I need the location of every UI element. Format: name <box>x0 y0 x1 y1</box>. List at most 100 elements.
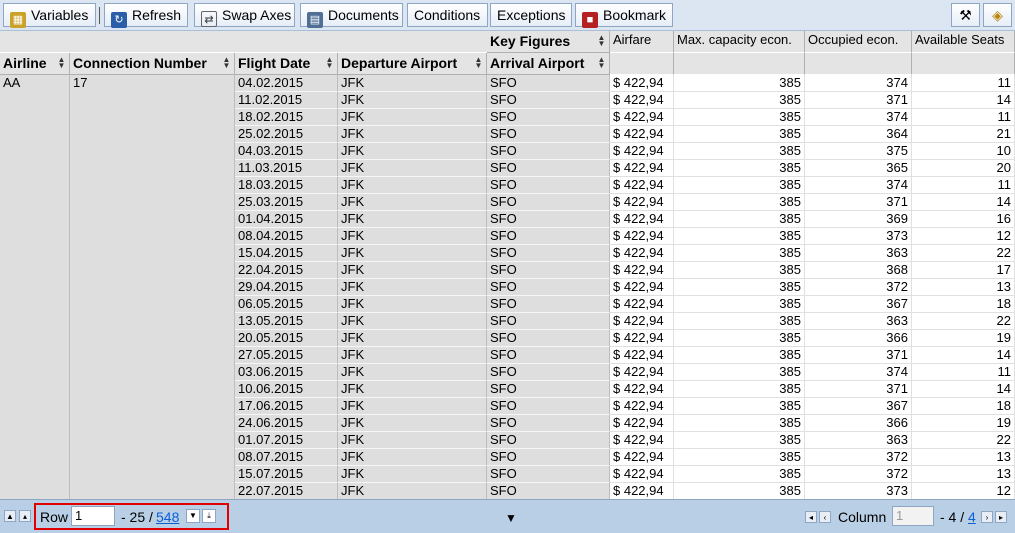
scroll-right-icon[interactable]: › <box>981 511 993 523</box>
sort-icon[interactable]: ▲ ▼ <box>222 56 231 70</box>
available-seats-cell: 12 <box>912 228 1015 245</box>
departure-airport-cell: JFK <box>338 211 487 228</box>
sort-icon[interactable]: ▲ ▼ <box>57 56 66 70</box>
sort-icon[interactable]: ▲ ▼ <box>474 56 483 70</box>
column-header[interactable]: Flight Date ▲ ▼ <box>235 53 338 75</box>
key-figure-header[interactable]: Airfare <box>610 31 674 53</box>
bookmark-icon: ■ <box>582 12 598 28</box>
occupied-cell: 372 <box>805 466 912 483</box>
scroll-down-icon[interactable]: ▼ <box>186 509 200 523</box>
departure-airport-cell: JFK <box>338 364 487 381</box>
available-seats-cell: 14 <box>912 381 1015 398</box>
expand-icon[interactable]: ▼ <box>505 511 517 525</box>
available-seats-cell: 13 <box>912 279 1015 296</box>
airfare-cell: $ 422,94 <box>610 415 674 432</box>
sort-icon[interactable]: ▲ ▼ <box>597 56 606 70</box>
info-button[interactable]: ◈ <box>983 3 1012 27</box>
occupied-cell: 367 <box>805 296 912 313</box>
airfare-cell: $ 422,94 <box>610 483 674 500</box>
departure-airport-cell: JFK <box>338 245 487 262</box>
departure-airport-cell: JFK <box>338 126 487 143</box>
arrival-airport-cell: SFO <box>487 364 610 381</box>
available-seats-cell: 13 <box>912 466 1015 483</box>
arrival-airport-cell: SFO <box>487 262 610 279</box>
flight-date-cell: 25.02.2015 <box>235 126 338 143</box>
max-capacity-cell: 385 <box>674 143 805 160</box>
available-seats-cell: 14 <box>912 92 1015 109</box>
column-input[interactable]: 1 <box>892 506 934 526</box>
flight-date-cell: 18.02.2015 <box>235 109 338 126</box>
sort-icon[interactable]: ▲ ▼ <box>597 34 606 48</box>
flight-date-cell: 18.03.2015 <box>235 177 338 194</box>
swap-axes-button[interactable]: ⇄ Swap Axes <box>194 3 295 27</box>
conditions-button[interactable]: Conditions <box>407 3 488 27</box>
variables-button[interactable]: ▦ Variables <box>3 3 96 28</box>
row-range: - 25 / <box>121 509 153 525</box>
arrival-airport-cell: SFO <box>487 245 610 262</box>
available-seats-cell: 16 <box>912 211 1015 228</box>
flight-date-cell: 13.05.2015 <box>235 313 338 330</box>
available-seats-cell: 11 <box>912 75 1015 92</box>
flight-date-cell: 17.06.2015 <box>235 398 338 415</box>
key-figure-header[interactable]: Occupied econ. <box>805 31 912 53</box>
occupied-cell: 374 <box>805 75 912 92</box>
exceptions-button[interactable]: Exceptions <box>490 3 572 27</box>
column-header[interactable]: Arrival Airport ▲ ▼ <box>487 53 610 75</box>
occupied-cell: 371 <box>805 347 912 364</box>
arrival-airport-cell: SFO <box>487 228 610 245</box>
key-figures-header[interactable]: Key Figures ▲ ▼ <box>487 31 610 53</box>
departure-airport-cell: JFK <box>338 160 487 177</box>
available-seats-cell: 11 <box>912 109 1015 126</box>
column-header[interactable]: Departure Airport ▲ ▼ <box>338 53 487 75</box>
column-header[interactable]: Airline ▲ ▼ <box>0 53 70 75</box>
available-seats-cell: 18 <box>912 296 1015 313</box>
toolbar-separator <box>99 7 100 24</box>
departure-airport-cell: JFK <box>338 398 487 415</box>
airfare-cell: $ 422,94 <box>610 262 674 279</box>
sort-icon[interactable]: ▲ ▼ <box>325 56 334 70</box>
settings-button[interactable]: ⚒ <box>951 3 980 27</box>
max-capacity-cell: 385 <box>674 126 805 143</box>
arrival-airport-cell: SFO <box>487 279 610 296</box>
departure-airport-cell: JFK <box>338 347 487 364</box>
scroll-first-column-icon[interactable]: ◂ <box>805 511 817 523</box>
flight-date-cell: 15.04.2015 <box>235 245 338 262</box>
occupied-cell: 366 <box>805 415 912 432</box>
departure-airport-cell: JFK <box>338 262 487 279</box>
column-total-link[interactable]: 4 <box>968 509 976 525</box>
refresh-button[interactable]: ↻ Refresh <box>104 3 188 28</box>
toolbar: ▦ Variables ↻ Refresh ⇄ Swap Axes ▤ Document… <box>0 0 1015 31</box>
scroll-up-icon[interactable]: ▴ <box>19 510 31 522</box>
column-header[interactable]: Connection Number ▲ ▼ <box>70 53 235 75</box>
available-seats-cell: 19 <box>912 415 1015 432</box>
max-capacity-cell: 385 <box>674 432 805 449</box>
airfare-cell: $ 422,94 <box>610 313 674 330</box>
departure-airport-cell: JFK <box>338 466 487 483</box>
flight-date-cell: 04.03.2015 <box>235 143 338 160</box>
scroll-bottom-icon[interactable]: ⤓ <box>202 509 216 523</box>
scroll-left-icon[interactable]: ‹ <box>819 511 831 523</box>
row-input[interactable]: 1 <box>71 506 115 526</box>
key-figure-header[interactable]: Max. capacity econ. <box>674 31 805 53</box>
departure-airport-cell: JFK <box>338 228 487 245</box>
flight-date-cell: 01.07.2015 <box>235 432 338 449</box>
row-total-link[interactable]: 548 <box>156 509 179 525</box>
airfare-cell: $ 422,94 <box>610 109 674 126</box>
key-figure-header-blank <box>912 53 1015 75</box>
key-figure-header-blank <box>674 53 805 75</box>
flight-date-cell: 10.06.2015 <box>235 381 338 398</box>
arrival-airport-cell: SFO <box>487 143 610 160</box>
scroll-top-icon[interactable]: ▲ <box>4 510 16 522</box>
flight-date-cell: 01.04.2015 <box>235 211 338 228</box>
key-figure-header[interactable]: Available Seats <box>912 31 1015 53</box>
arrival-airport-cell: SFO <box>487 296 610 313</box>
navigation-bar: ▲ ▴ Row 1 - 25 / 548 ▼ ⤓ ▼ ◂ ‹ Column 1 … <box>0 499 1015 533</box>
documents-button[interactable]: ▤ Documents <box>300 3 403 28</box>
scroll-last-column-icon[interactable]: ▸ <box>995 511 1007 523</box>
bookmark-button[interactable]: ■ Bookmark <box>575 3 673 28</box>
airfare-cell: $ 422,94 <box>610 330 674 347</box>
arrival-airport-cell: SFO <box>487 313 610 330</box>
available-seats-cell: 14 <box>912 194 1015 211</box>
available-seats-cell: 12 <box>912 483 1015 500</box>
airfare-cell: $ 422,94 <box>610 449 674 466</box>
